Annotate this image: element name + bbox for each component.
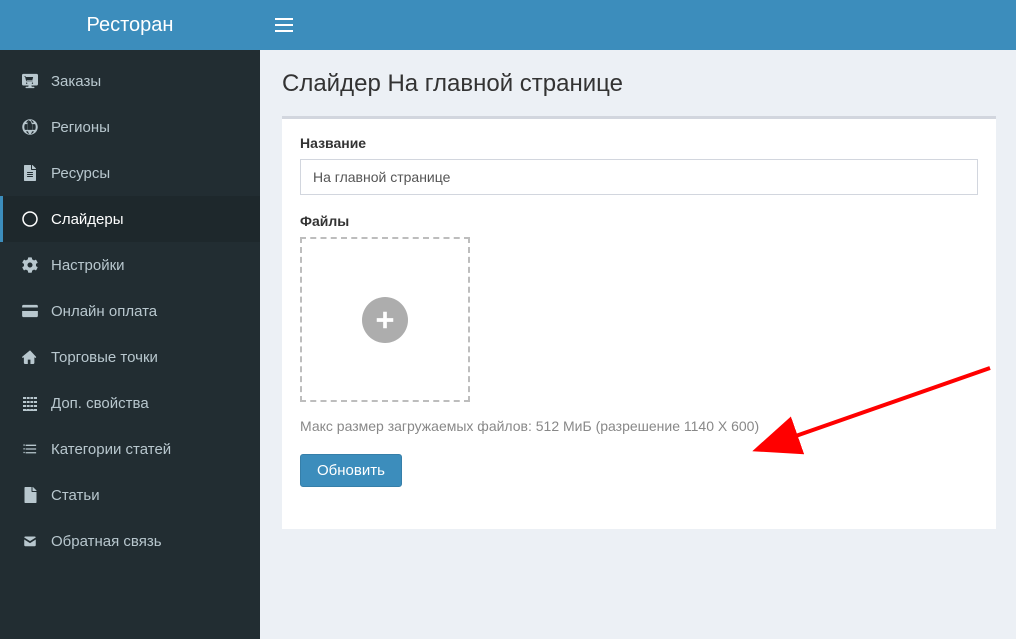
sidebar-item-label: Ресурсы	[51, 165, 110, 182]
menu-toggle-icon[interactable]	[275, 18, 293, 32]
grid-icon	[21, 394, 39, 412]
sidebar-item-sliders[interactable]: Слайдеры	[0, 196, 260, 242]
gear-icon	[21, 256, 39, 274]
circle-icon	[21, 210, 39, 228]
sidebar-item-label: Регионы	[51, 119, 110, 136]
sidebar-item-label: Заказы	[51, 73, 101, 90]
file-size-hint: Макс размер загружаемых файлов: 512 МиБ …	[300, 418, 978, 434]
sidebar-item-label: Обратная связь	[51, 533, 162, 550]
name-row: Название	[300, 135, 978, 195]
list-icon	[21, 440, 39, 458]
sidebar-item-article-categories[interactable]: Категории статей	[0, 426, 260, 472]
sidebar-item-outlets[interactable]: Торговые точки	[0, 334, 260, 380]
files-label: Файлы	[300, 213, 978, 229]
home-icon	[21, 348, 39, 366]
sidebar-item-feedback[interactable]: Обратная связь	[0, 518, 260, 564]
sidebar-item-label: Настройки	[51, 257, 125, 274]
name-input[interactable]	[300, 159, 978, 195]
file-icon	[21, 164, 39, 182]
file-dropzone[interactable]	[300, 237, 470, 402]
file-solid-icon	[21, 486, 39, 504]
sidebar-item-label: Слайдеры	[51, 211, 124, 228]
sidebar-item-label: Торговые точки	[51, 349, 158, 366]
cart-icon	[21, 72, 39, 90]
app-header: Ресторан	[0, 0, 1016, 50]
sidebar-item-label: Доп. свойства	[51, 395, 149, 412]
envelope-icon	[21, 532, 39, 550]
sidebar-item-properties[interactable]: Доп. свойства	[0, 380, 260, 426]
sidebar-item-label: Онлайн оплата	[51, 303, 157, 320]
sidebar-item-online-payment[interactable]: Онлайн оплата	[0, 288, 260, 334]
globe-icon	[21, 118, 39, 136]
page-title: Слайдер На главной странице	[282, 70, 996, 98]
brand-logo[interactable]: Ресторан	[0, 0, 260, 50]
sidebar: Заказы Регионы Ресурсы Слайдеры Настройк…	[0, 50, 260, 639]
update-button[interactable]: Обновить	[300, 454, 402, 487]
credit-card-icon	[21, 302, 39, 320]
add-file-icon	[362, 297, 408, 343]
name-label: Название	[300, 135, 978, 151]
content-wrapper: Слайдер На главной странице Название Фай…	[260, 50, 1016, 639]
sidebar-item-resources[interactable]: Ресурсы	[0, 150, 260, 196]
sidebar-item-orders[interactable]: Заказы	[0, 58, 260, 104]
header-toolbar	[260, 0, 1016, 50]
form-panel: Название Файлы Макс размер загружаемых ф…	[282, 116, 996, 529]
sidebar-item-label: Категории статей	[51, 441, 171, 458]
sidebar-item-settings[interactable]: Настройки	[0, 242, 260, 288]
sidebar-item-regions[interactable]: Регионы	[0, 104, 260, 150]
brand-text: Ресторан	[87, 14, 174, 37]
sidebar-item-label: Статьи	[51, 487, 100, 504]
sidebar-item-articles[interactable]: Статьи	[0, 472, 260, 518]
files-row: Файлы Макс размер загружаемых файлов: 51…	[300, 213, 978, 487]
